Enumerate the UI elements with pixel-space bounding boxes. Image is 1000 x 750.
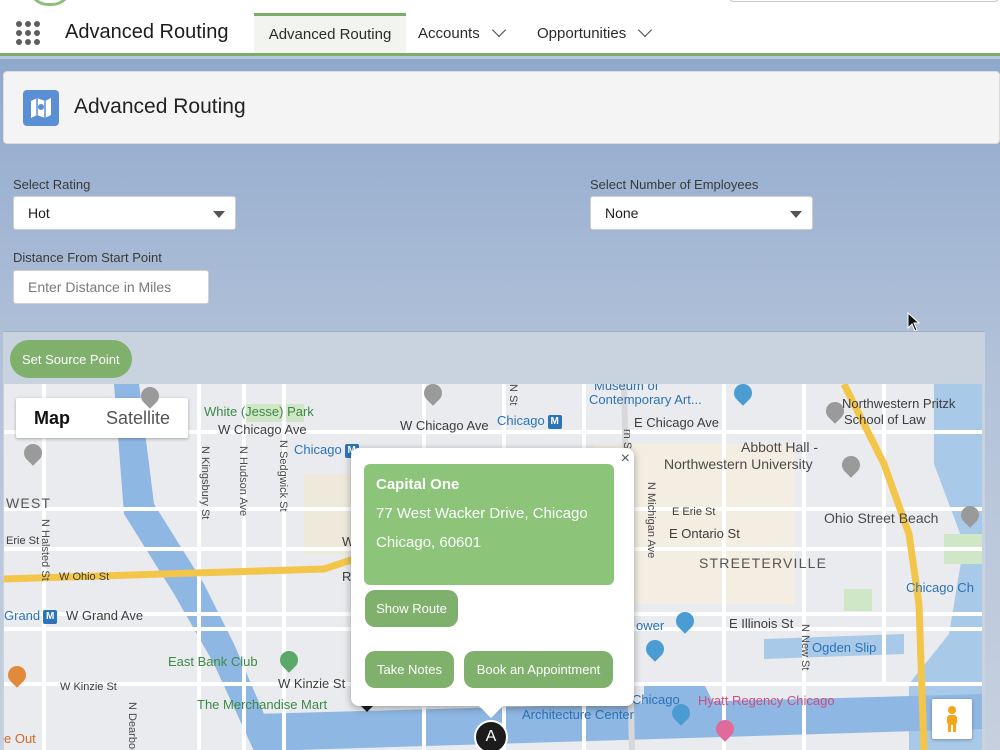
app-launcher-icon[interactable]	[16, 21, 40, 45]
chevron-down-icon[interactable]	[491, 22, 506, 38]
map-label: Architecture Center	[522, 707, 634, 722]
close-icon[interactable]: ×	[621, 450, 630, 468]
map-label: Grand M	[4, 608, 58, 624]
tab-label: Advanced Routing	[268, 26, 392, 43]
tab-label: Accounts	[418, 24, 480, 42]
map-label-text: Chicago	[294, 442, 342, 457]
map-label: N Sedgwick St	[277, 440, 289, 512]
global-search-box[interactable]	[728, 0, 1000, 2]
map-label: Chicago Ch	[906, 580, 974, 595]
set-source-point-button[interactable]: Set Source Point	[10, 340, 132, 378]
employees-value: None	[605, 205, 639, 221]
map-label: N Michigan Ave	[645, 482, 657, 559]
map-label: N New St	[799, 624, 811, 671]
map-label: E Erie St	[672, 506, 716, 518]
map-info-window: × Capital One 77 West Wacker Drive, Chic…	[351, 448, 634, 718]
address-line-2: Chicago, 60601	[376, 534, 482, 551]
map-label: R	[342, 569, 352, 584]
employees-label: Select Number of Employees	[590, 177, 759, 192]
map-label: Abbott Hall -	[741, 439, 819, 455]
map-route-icon	[23, 90, 59, 126]
account-name: Capital One	[376, 476, 460, 493]
caret-down-icon	[213, 211, 225, 218]
map-label: Northwestern University	[664, 456, 813, 472]
map-label: Erie St	[6, 535, 40, 547]
map-label: WEST	[6, 495, 52, 511]
map-label: W Kinzie St	[60, 681, 117, 693]
map-label: White (Jesse) Park	[204, 404, 314, 419]
map-label: N Dearborn St	[126, 702, 138, 750]
map-marker-a[interactable]: A	[474, 720, 508, 750]
map-label: Chicago M	[497, 413, 562, 429]
tab-opportunities[interactable]: Opportunities	[537, 13, 653, 53]
tab-label: Opportunities	[537, 24, 627, 42]
take-notes-button[interactable]: Take Notes	[365, 651, 454, 688]
caret-down-icon	[790, 211, 802, 218]
employees-select[interactable]: None	[590, 196, 813, 230]
rating-label: Select Rating	[13, 177, 91, 192]
marker-letter: A	[485, 728, 497, 745]
global-nav: Advanced Routing Advanced Routing Accoun…	[0, 0, 1000, 56]
map-label: ower	[636, 618, 665, 633]
map-label: E Ontario St	[669, 526, 740, 541]
map-label: W Chicago Ave	[400, 418, 489, 433]
map-label: e Out	[4, 731, 36, 746]
map-label: W Grand Ave	[66, 608, 144, 623]
tab-advanced-routing[interactable]: Advanced Routing	[254, 13, 406, 53]
map-label: E Illinois St	[729, 616, 794, 631]
rating-select[interactable]: Hot	[13, 196, 236, 230]
mouse-cursor-icon	[907, 312, 921, 332]
map-label: W Ohio St	[59, 571, 110, 583]
show-route-button[interactable]: Show Route	[365, 590, 458, 627]
map-label: N Halsted St	[39, 519, 51, 581]
rating-value: Hot	[28, 205, 50, 221]
tab-accounts[interactable]: Accounts	[418, 13, 506, 53]
map-type-satellite[interactable]: Satellite	[88, 398, 188, 438]
distance-label: Distance From Start Point	[13, 250, 162, 265]
map-label-text: Grand	[4, 608, 41, 623]
org-logo	[28, 0, 72, 6]
page-title: Advanced Routing	[74, 95, 246, 118]
page-header: Advanced Routing	[3, 71, 1000, 144]
account-card: Capital One 77 West Wacker Drive, Chicag…	[364, 464, 614, 585]
book-appointment-button[interactable]: Book an Appointment	[464, 651, 613, 688]
map-label: E Chicago Ave	[634, 415, 720, 430]
street-view-pegman-icon[interactable]	[932, 699, 972, 739]
map-label: Chicago	[632, 692, 680, 707]
map-label: N St	[507, 384, 519, 406]
app-name: Advanced Routing	[65, 21, 229, 43]
map-label: Northwestern Pritzk	[842, 396, 956, 411]
metro-icon: M	[547, 414, 562, 429]
map-label: School of Law	[844, 412, 926, 427]
map-type-control[interactable]: Map Satellite	[16, 398, 189, 438]
map-label: The Merchandise Mart	[197, 697, 328, 712]
map-label: Chicago M	[294, 442, 359, 458]
address-line-1: 77 West Wacker Drive, Chicago	[376, 505, 588, 522]
map-label-text: Chicago	[497, 413, 545, 428]
chevron-down-icon[interactable]	[638, 22, 653, 38]
map-label: Ohio Street Beach	[824, 510, 939, 526]
map-label: W Chicago Ave	[218, 422, 307, 437]
map-label: N Kingsbury St	[199, 446, 211, 520]
map-type-map[interactable]: Map	[16, 398, 88, 438]
metro-icon: M	[43, 609, 58, 624]
map-label: STREETERVILLE	[699, 555, 828, 571]
map-label: Ogden Slip	[812, 640, 877, 655]
map-label: Contemporary Art...	[589, 392, 702, 407]
distance-input[interactable]	[13, 270, 209, 304]
map-label: N Hudson Ave	[237, 446, 249, 517]
map-label: W Kinzie St	[278, 676, 346, 691]
map-label: East Bank Club	[168, 654, 258, 669]
map-label: Hyatt Regency Chicago	[698, 693, 835, 708]
